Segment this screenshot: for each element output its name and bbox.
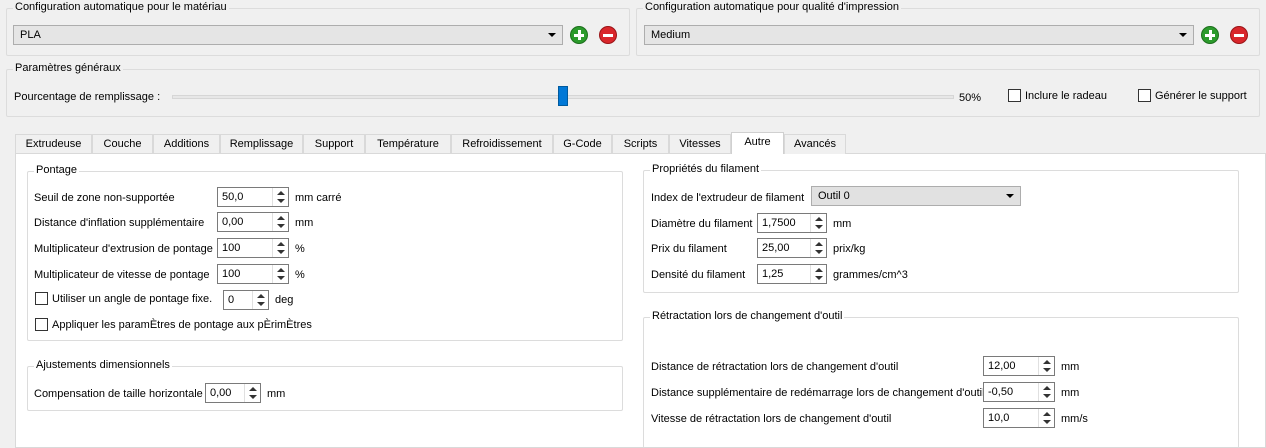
- bridge-extrusion-multiplier-input[interactable]: 100: [217, 238, 289, 258]
- spin-buttons[interactable]: [1038, 357, 1054, 375]
- tab-additions[interactable]: Additions: [153, 134, 220, 154]
- add-quality-button[interactable]: [1201, 26, 1219, 44]
- tab-support[interactable]: Support: [303, 134, 365, 154]
- bridging-field-label: Multiplicateur d'extrusion de pontage: [34, 243, 213, 255]
- bridge-perimeters-label: Appliquer les paramÈtres de pontage aux …: [52, 319, 312, 331]
- toolchange-retract-speed-input[interactable]: 10,0: [983, 408, 1055, 428]
- infill-value: 50%: [959, 92, 982, 104]
- support-label: Générer le support: [1155, 90, 1247, 102]
- quality-select[interactable]: Medium: [644, 25, 1194, 45]
- remove-quality-button[interactable]: [1230, 26, 1248, 44]
- unsupported-area-threshold-input[interactable]: 50,0: [217, 187, 289, 207]
- spin-buttons[interactable]: [252, 291, 268, 309]
- raft-checkbox[interactable]: [1008, 89, 1021, 102]
- fixed-bridge-angle-checkbox[interactable]: [35, 292, 48, 305]
- quality-select-value: Medium: [651, 29, 691, 41]
- tab-gcode[interactable]: G-Code: [553, 134, 612, 154]
- toolchange-field-label: Vitesse de rétractation lors de changeme…: [651, 413, 892, 425]
- tab-vitesses[interactable]: Vitesses: [669, 134, 731, 154]
- raft-label: Inclure le radeau: [1025, 90, 1107, 102]
- horizontal-compensation-input[interactable]: 0,00: [205, 383, 261, 403]
- fixed-bridge-angle-label: Utiliser un angle de pontage fixe.: [52, 293, 213, 305]
- infill-slider-handle[interactable]: [558, 86, 568, 106]
- filament-field-unit: grammes/cm^3: [833, 269, 908, 281]
- bridging-field-unit: %: [295, 269, 305, 281]
- filament-price-input[interactable]: 25,00: [757, 238, 827, 258]
- remove-material-button[interactable]: [599, 26, 617, 44]
- bridging-field-label: Distance d'inflation supplémentaire: [34, 217, 205, 229]
- tab-autre[interactable]: Autre: [731, 132, 784, 154]
- filament-field-unit: mm: [833, 218, 852, 230]
- chevron-down-icon: [1179, 33, 1187, 37]
- spin-buttons[interactable]: [272, 213, 288, 231]
- bridge-perimeters-checkbox[interactable]: [35, 318, 48, 331]
- tab-scripts[interactable]: Scripts: [612, 134, 669, 154]
- bridge-angle-unit: deg: [275, 294, 294, 306]
- bridge-speed-multiplier-input[interactable]: 100: [217, 264, 289, 284]
- bridging-field-label: Multiplicateur de vitesse de pontage: [34, 269, 210, 281]
- toolchange-field-label: Distance de rétractation lors de changem…: [651, 361, 899, 373]
- toolchange-field-unit: mm: [1061, 387, 1080, 399]
- minus-icon: [1234, 33, 1244, 37]
- chevron-down-icon: [1006, 194, 1014, 198]
- horizontal-compensation-label: Compensation de taille horizontale: [34, 388, 203, 400]
- material-config-title: Configuration automatique pour le matéri…: [13, 1, 229, 13]
- spin-buttons[interactable]: [810, 239, 826, 257]
- spin-buttons[interactable]: [272, 188, 288, 206]
- extruder-index-label: Index de l'extrudeur de filament: [651, 192, 805, 204]
- infill-label: Pourcentage de remplissage :: [14, 91, 161, 103]
- tab-refroidissement[interactable]: Refroidissement: [451, 134, 553, 154]
- bridging-title: Pontage: [34, 164, 79, 176]
- inflation-distance-input[interactable]: 0,00: [217, 212, 289, 232]
- filament-title: Propriétés du filament: [650, 163, 761, 175]
- chevron-down-icon: [548, 33, 556, 37]
- toolchange-retract-distance-input[interactable]: 12,00: [983, 356, 1055, 376]
- toolchange-extra-restart-input[interactable]: -0,50: [983, 382, 1055, 402]
- spin-buttons[interactable]: [810, 214, 826, 232]
- tab-remplissage[interactable]: Remplissage: [220, 134, 303, 154]
- filament-field-label: Prix du filament: [651, 243, 727, 255]
- toolchange-field-unit: mm/s: [1061, 413, 1088, 425]
- material-select-value: PLA: [20, 29, 41, 41]
- quality-config-title: Configuration automatique pour qualité d…: [643, 1, 902, 13]
- bridging-field-unit: mm: [295, 217, 314, 229]
- bridging-field-unit: mm carré: [295, 192, 342, 204]
- tab-couche[interactable]: Couche: [92, 134, 153, 154]
- filament-field-unit: prix/kg: [833, 243, 866, 255]
- extruder-index-select[interactable]: Outil 0: [811, 186, 1021, 206]
- material-select[interactable]: PLA: [13, 25, 563, 45]
- toolchange-title: Rétractation lors de changement d'outil: [650, 310, 845, 322]
- tab-avances[interactable]: Avancés: [784, 134, 846, 154]
- horizontal-compensation-unit: mm: [267, 388, 286, 400]
- toolchange-group: Rétractation lors de changement d'outil: [643, 310, 1239, 448]
- dimensional-title: Ajustements dimensionnels: [34, 359, 172, 371]
- filament-field-label: Diamètre du filament: [651, 218, 753, 230]
- tab-extrudeuse[interactable]: Extrudeuse: [15, 134, 92, 154]
- filament-diameter-input[interactable]: 1,7500: [757, 213, 827, 233]
- spin-buttons[interactable]: [1038, 383, 1054, 401]
- bridge-angle-input[interactable]: 0: [223, 290, 269, 310]
- bridging-field-unit: %: [295, 243, 305, 255]
- spin-buttons[interactable]: [272, 265, 288, 283]
- general-params-title: Paramètres généraux: [13, 62, 123, 74]
- toolchange-field-unit: mm: [1061, 361, 1080, 373]
- toolchange-field-label: Distance supplémentaire de redémarrage l…: [651, 387, 985, 399]
- filament-field-label: Densité du filament: [651, 269, 746, 281]
- spin-buttons[interactable]: [810, 265, 826, 283]
- spin-buttons[interactable]: [272, 239, 288, 257]
- spin-buttons[interactable]: [1038, 409, 1054, 427]
- spin-buttons[interactable]: [244, 384, 260, 402]
- tab-temperature[interactable]: Température: [365, 134, 451, 154]
- bridging-field-label: Seuil de zone non-supportée: [34, 192, 175, 204]
- support-checkbox[interactable]: [1138, 89, 1151, 102]
- filament-density-input[interactable]: 1,25: [757, 264, 827, 284]
- minus-icon: [603, 33, 613, 37]
- add-material-button[interactable]: [570, 26, 588, 44]
